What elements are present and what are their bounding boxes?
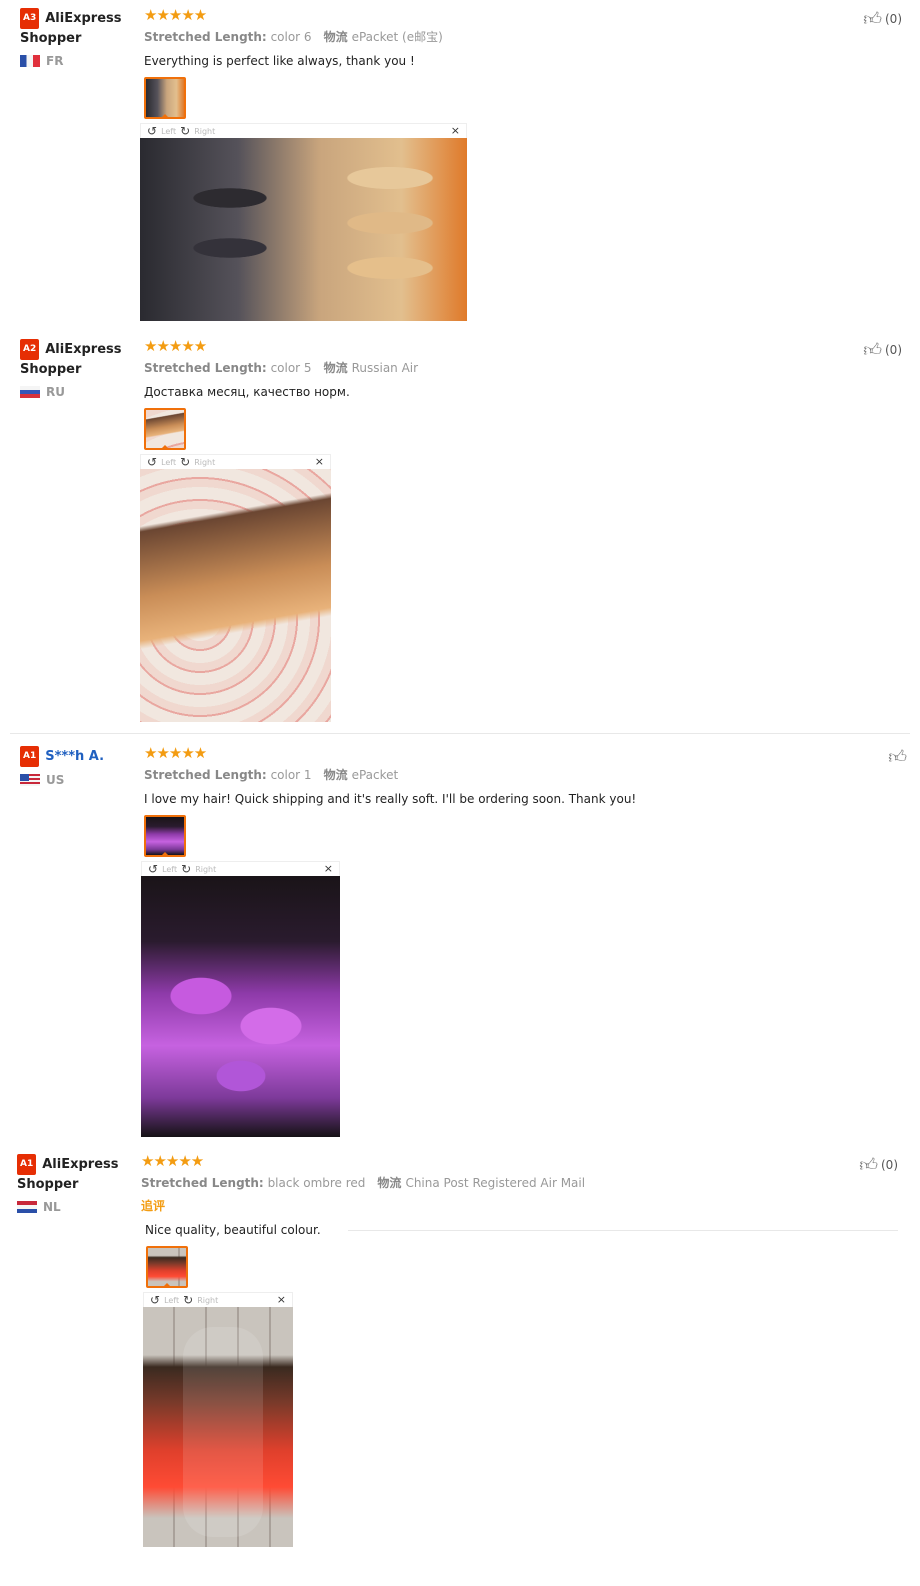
rotate-right-label[interactable]: Right [197,1296,218,1305]
order-info: Stretched Length: color 5 物流 Russian Air [144,361,419,375]
review-text: Доставка месяц, качество норм. [144,385,350,399]
review-text: Everything is perfect like always, thank… [144,54,415,68]
buyer-level-badge: A1 [20,746,40,767]
reviewer-info: A1 AliExpress Shopper NL [17,1154,137,1214]
country-code: RU [46,385,65,399]
buyer-level-badge: A2 [20,339,40,360]
review-photo [140,469,331,722]
photo-viewer: ↺ Left ↻ Right × [140,454,331,722]
like-button[interactable]: 👍︎ (0) [859,1154,898,1176]
thumbs-up-icon: 👍︎ [859,1155,878,1176]
rotate-right-label[interactable]: Right [194,458,215,467]
country-flag-icon [20,386,40,398]
review-card: A2 AliExpress Shopper RU ★★★★★ Stretched … [0,331,920,731]
reviewer-name[interactable]: S***h A. [45,749,104,764]
star-rating: ★★★★★ [144,6,207,24]
followup-label: 追评 [141,1199,166,1213]
order-info: Stretched Length: black ombre red 物流 China… [141,1176,586,1190]
review-text: I love my hair! Quick shipping and it's … [144,792,637,806]
like-count: (0) [881,1158,898,1172]
photo-viewer: ↺ Left ↻ Right × [143,1292,293,1547]
close-viewer-icon[interactable]: × [451,124,460,137]
close-viewer-icon[interactable]: × [315,455,324,468]
like-button[interactable]: 👍︎ (0) [863,8,902,30]
star-rating: ★★★★★ [141,1152,204,1170]
country-flag-icon [17,1201,37,1213]
rotate-right-label[interactable]: Right [194,127,215,136]
review-photo [143,1307,293,1547]
review-photo [140,138,467,321]
country-flag-icon [20,774,40,786]
followup-divider [348,1230,898,1231]
photo-viewer: ↺ Left ↻ Right × [140,123,467,321]
review-photo [141,876,340,1137]
like-count: (0) [885,12,902,26]
review-card: A1 AliExpress Shopper NL ★★★★★ Stretched … [0,1146,920,1586]
rotate-left-icon[interactable]: ↺ [147,124,157,138]
order-info: Stretched Length: color 6 物流 ePacket (e邮宝) [144,30,443,44]
like-count: (0) [885,343,902,357]
rotate-right-label[interactable]: Right [195,865,216,874]
rotate-left-icon[interactable]: ↺ [148,862,158,876]
star-rating: ★★★★★ [144,744,207,762]
thumbs-up-icon: 👍︎ [888,747,907,768]
rotate-right-icon[interactable]: ↻ [180,455,190,469]
rotate-right-icon[interactable]: ↻ [183,1293,193,1307]
reviewer-info: A3 AliExpress Shopper FR [20,8,140,68]
country-code: US [46,773,65,787]
country-code: FR [46,54,64,68]
thumbs-up-icon: 👍︎ [863,9,882,30]
like-button[interactable]: 👍︎ (0) [863,339,902,361]
order-info: Stretched Length: color 1 物流 ePacket [144,768,399,782]
review-card: A1 S***h A. US ★★★★★ Stretched Length: co… [0,738,920,1143]
country-code: NL [43,1200,61,1214]
rotate-left-icon[interactable]: ↺ [147,455,157,469]
photo-viewer: ↺ Left ↻ Right × [141,861,340,1137]
rotate-left-label[interactable]: Left [162,865,177,874]
rotate-left-icon[interactable]: ↺ [150,1293,160,1307]
star-rating: ★★★★★ [144,337,207,355]
review-divider [10,733,910,734]
review-photo-thumbnail[interactable] [146,1246,188,1288]
rotate-left-label[interactable]: Left [164,1296,179,1305]
close-viewer-icon[interactable]: × [277,1293,286,1306]
reviewer-info: A2 AliExpress Shopper RU [20,339,140,399]
review-photo-thumbnail[interactable] [144,815,186,857]
thumbs-up-icon: 👍︎ [863,340,882,361]
buyer-level-badge: A3 [20,8,40,29]
review-card: A3 AliExpress Shopper FR ★★★★★ Stretched … [0,0,920,330]
review-photo-thumbnail[interactable] [144,408,186,450]
reviewer-info: A1 S***h A. US [20,746,140,787]
rotate-right-icon[interactable]: ↻ [180,124,190,138]
rotate-right-icon[interactable]: ↻ [181,862,191,876]
country-flag-icon [20,55,40,67]
rotate-left-label[interactable]: Left [161,127,176,136]
buyer-level-badge: A1 [17,1154,37,1175]
like-button[interactable]: 👍︎ [888,746,910,768]
review-photo-thumbnail[interactable] [144,77,186,119]
close-viewer-icon[interactable]: × [324,862,333,875]
rotate-left-label[interactable]: Left [161,458,176,467]
